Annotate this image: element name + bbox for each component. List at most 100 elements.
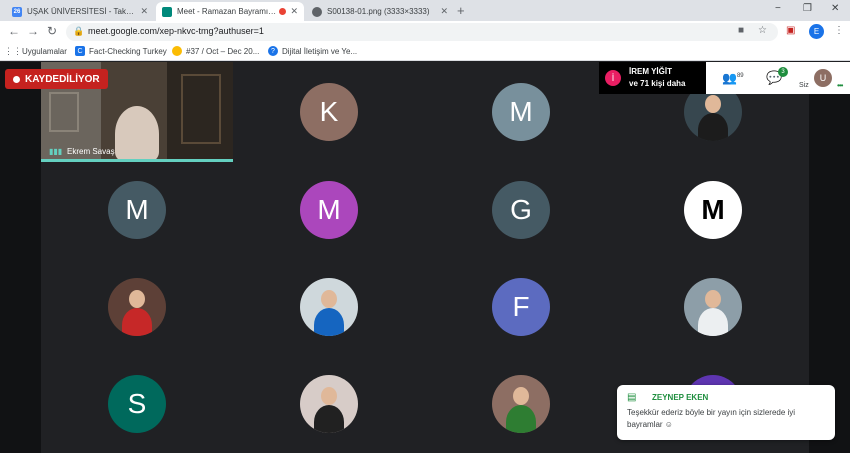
participant-more: ve 71 kişi daha [629, 79, 686, 88]
new-tab-button[interactable]: + [457, 3, 465, 18]
record-dot-icon [13, 75, 20, 83]
meet-icon [162, 6, 172, 17]
participant-initial: M [317, 194, 341, 225]
tab-title: Meet - Ramazan Bayramı Ba [177, 7, 277, 16]
participant-tile[interactable] [300, 375, 358, 433]
browser-toolbar: ← → ↻ 🔒 meet.google.com/xep-nkvc-tmg?aut… [0, 21, 850, 43]
speaker-figure [115, 106, 159, 159]
bookmark-label: Dijital İletişim ve Ye... [282, 46, 358, 56]
meeting-controls: 👥89 💬 3 Siz U ••• [706, 62, 850, 94]
bookmarks-bar: ⋮⋮ Uygulamalar C Fact-Checking Turkey #3… [0, 43, 850, 61]
chat-icon: ▤ [627, 392, 637, 403]
participant-initial: F [512, 291, 530, 322]
tab-meet[interactable]: Meet - Ramazan Bayramı Ba ✕ [156, 2, 304, 21]
bookmark-label: Fact-Checking Turkey [89, 46, 167, 56]
address-bar[interactable]: 🔒 meet.google.com/xep-nkvc-tmg?authuser=… [66, 23, 778, 41]
maximize-button[interactable]: ❐ [803, 3, 812, 14]
calendar-icon: 26 [12, 6, 22, 17]
participant-tile[interactable] [492, 375, 550, 433]
avatar-photo [129, 290, 145, 308]
reload-button[interactable]: ↻ [47, 24, 57, 38]
close-window-button[interactable]: ✕ [831, 3, 839, 14]
url-text[interactable]: meet.google.com/xep-nkvc-tmg?authuser=1 [88, 26, 264, 36]
participant-initial: M [125, 194, 149, 225]
participant-tile[interactable]: K [300, 83, 358, 141]
tab-image[interactable]: S00138-01.png (3333×3333) ✕ [306, 2, 454, 21]
bookshelf [181, 74, 221, 144]
participant-tile[interactable]: S [108, 375, 166, 433]
meet-stage: ▮▮▮ Ekrem Savaş KAYDEDİLİYOR K M M M G M F S İ … [0, 62, 850, 453]
participants-preview[interactable]: İ İREM YİĞİT ve 71 kişi daha [599, 62, 706, 94]
chat-sender: ZEYNEP EKEN [652, 393, 709, 402]
bookmark-label: Uygulamalar [22, 46, 67, 56]
profile-avatar[interactable]: E [809, 24, 824, 39]
recording-label: KAYDEDİLİYOR [25, 73, 100, 85]
participant-initial: M [701, 194, 725, 225]
bookmark-fact-checking[interactable]: C Fact-Checking Turkey [75, 46, 167, 56]
participant-tile[interactable]: M [300, 181, 358, 239]
participant-tile[interactable]: M [684, 181, 742, 239]
help-icon: ? [268, 46, 278, 56]
left-gutter [0, 62, 41, 453]
more-options-icon[interactable]: ••• [837, 81, 843, 90]
close-icon[interactable]: ✕ [140, 6, 148, 17]
tab-title: S00138-01.png (3333×3333) [327, 7, 430, 16]
avatar-photo [698, 113, 728, 141]
bookmark-37[interactable]: #37 / Oct – Dec 20... [172, 46, 259, 56]
bookmark-label: #37 / Oct – Dec 20... [186, 46, 260, 56]
bookmark-dijital[interactable]: ? Dijital İletişim ve Ye... [268, 46, 357, 56]
participant-initial: G [510, 194, 532, 225]
speaking-indicator-icon: ▮▮▮ [49, 147, 63, 156]
self-avatar[interactable]: U [814, 69, 832, 87]
chat-notification[interactable]: ▤ ZEYNEP EKEN Teşekkür ederiz böyle bir … [617, 385, 835, 440]
people-count: 89 [736, 73, 744, 79]
participant-tile[interactable]: M [108, 181, 166, 239]
recording-icon [279, 8, 287, 15]
participant-tile[interactable] [300, 278, 358, 336]
tab-title: UŞAK ÜNİVERSİTESİ - Takvim - Sa [27, 7, 137, 16]
participant-tile[interactable]: M [492, 83, 550, 141]
people-button[interactable]: 👥89 [722, 71, 744, 85]
participant-tile[interactable] [684, 278, 742, 336]
close-icon[interactable]: ✕ [440, 6, 448, 17]
avatar-photo [513, 387, 529, 405]
globe-icon [312, 6, 322, 17]
chat-count-badge: 3 [778, 67, 788, 77]
avatar-photo [321, 290, 337, 308]
apps-grid-icon: ⋮⋮ [4, 45, 22, 56]
pdf-extension-icon[interactable]: ▣ [786, 25, 795, 36]
menu-icon[interactable]: ⋮ [834, 25, 844, 36]
participant-tile[interactable]: G [492, 181, 550, 239]
chat-message: Teşekkür ederiz böyle bir yayın için siz… [627, 408, 796, 429]
avatar-photo [314, 308, 344, 336]
avatar-photo [321, 387, 337, 405]
participant-initial: M [509, 96, 533, 127]
back-button[interactable]: ← [8, 24, 20, 38]
speaker-name: Ekrem Savaş [67, 147, 115, 156]
close-icon[interactable]: ✕ [290, 6, 298, 17]
participant-name: İREM YİĞİT [629, 67, 672, 76]
tab-strip: 26 UŞAK ÜNİVERSİTESİ - Takvim - Sa ✕ Mee… [0, 0, 850, 21]
self-label: Siz [799, 82, 809, 89]
camera-icon[interactable]: ■ [738, 25, 744, 36]
participant-initial: S [127, 388, 147, 419]
recording-badge: KAYDEDİLİYOR [5, 69, 108, 89]
bookmark-apps[interactable]: ⋮⋮ Uygulamalar [4, 45, 67, 56]
participant-initial: K [319, 96, 339, 127]
picture-frame [49, 92, 79, 132]
forward-button[interactable]: → [27, 24, 39, 38]
tab-calendar[interactable]: 26 UŞAK ÜNİVERSİTESİ - Takvim - Sa ✕ [6, 2, 154, 21]
participant-avatar: İ [605, 70, 621, 86]
star-icon[interactable]: ☆ [758, 25, 767, 36]
avatar-photo [506, 405, 536, 433]
avatar-photo [705, 95, 721, 113]
participant-tile[interactable] [108, 278, 166, 336]
avatar-photo [122, 308, 152, 336]
chrome-icon [172, 46, 182, 56]
minimize-button[interactable]: − [775, 3, 781, 14]
participant-tile[interactable]: F [492, 278, 550, 336]
lock-icon: 🔒 [73, 26, 85, 36]
avatar-photo [705, 290, 721, 308]
bookmark-icon: C [75, 46, 85, 56]
avatar-photo [698, 308, 728, 336]
